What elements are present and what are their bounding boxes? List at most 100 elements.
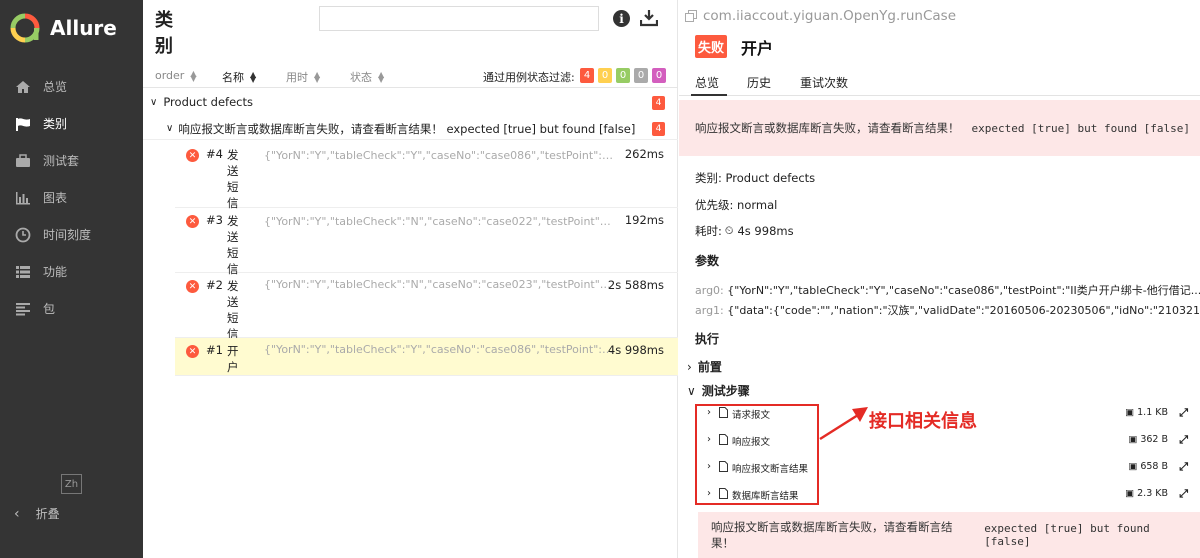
parameter-row: arg1: {"data":{"code":"","nation":"汉族","… <box>695 302 1200 318</box>
info-icon[interactable]: i <box>613 10 630 27</box>
chevron-down-icon: ∨ <box>166 123 174 134</box>
case-name: 发送短信 <box>227 148 239 210</box>
case-params: {"YorN":"Y","tableCheck":"N","caseNo":"c… <box>264 278 614 291</box>
parameter-key: arg1: <box>695 304 724 317</box>
tree-subgroup-row[interactable]: ∨ 响应报文断言或数据库断言失败，请查看断言结果！ expected [true… <box>143 118 678 140</box>
sort-label: 状态 <box>350 71 372 84</box>
case-duration: 192ms <box>624 213 664 227</box>
parameter-key: arg0: <box>695 284 724 297</box>
sort-duration[interactable]: 用时 ▲ ▼ <box>286 69 320 85</box>
chevron-left-icon: ‹ <box>14 505 20 522</box>
file-icon: ▣ <box>1128 461 1138 472</box>
setup-label: 前置 <box>697 360 722 374</box>
execution-title: 执行 <box>695 332 720 346</box>
case-name: 开户 <box>227 344 239 374</box>
tabs: 总览 历史 重试次数 <box>679 72 1200 96</box>
download-icon[interactable] <box>639 9 659 27</box>
step-error-message: 响应报文断言或数据库断言失败，请查看断言结果！ expected [true] … <box>698 512 1200 558</box>
expand-icon[interactable]: ⤢ <box>1179 433 1188 447</box>
chevron-down-icon: ∨ <box>687 383 696 398</box>
sidebar-item-timeline[interactable]: 时间刻度 <box>0 216 143 253</box>
brand[interactable]: Allure <box>0 0 143 56</box>
sort-arrows-icon: ▲ ▼ <box>190 68 197 83</box>
filter-passed-badge[interactable]: 0 <box>616 68 630 83</box>
duration-value: 4s 998ms <box>737 224 794 238</box>
setup-row[interactable]: › 前置 <box>687 358 722 375</box>
attachment-size: ▣ 2.3 KB <box>1125 488 1168 499</box>
tab-overview[interactable]: 总览 <box>695 74 719 91</box>
case-duration: 262ms <box>624 147 664 161</box>
case-duration: 4s 998ms <box>607 343 664 357</box>
sort-arrows-icon: ▲ ▼ <box>378 70 385 84</box>
file-icon: ▣ <box>1125 407 1135 418</box>
tree-subgroup-label: 响应报文断言或数据库断言失败，请查看断言结果！ expected [true] … <box>178 121 636 136</box>
count-badge: 4 <box>652 122 665 136</box>
sidebar-item-suites[interactable]: 测试套 <box>0 142 143 179</box>
sort-arrows-icon: ▲ ▼ <box>314 70 321 84</box>
sidebar-item-label: 测试套 <box>43 154 80 168</box>
brand-name: Allure <box>50 16 117 40</box>
test-case-row-selected[interactable]: ✕ #1 开户 {"YorN":"Y","tableCheck":"Y","ca… <box>175 338 678 376</box>
sort-label: order <box>155 69 185 82</box>
test-case-row[interactable]: ✕ #4 发送短信 {"YorN":"Y","tableCheck":"Y","… <box>175 142 678 210</box>
sidebar-item-label: 包 <box>43 302 56 316</box>
sidebar-nav: 总览 类别 测试套 图表 时间刻度 功能 包 <box>0 68 143 327</box>
sidebar-item-behaviors[interactable]: 功能 <box>0 253 143 290</box>
attachment-size: ▣ 362 B <box>1128 434 1168 445</box>
sidebar-item-label: 时间刻度 <box>43 228 92 242</box>
expand-icon[interactable]: ⤢ <box>1179 406 1188 420</box>
chevron-right-icon: › <box>687 359 692 374</box>
sidebar-item-categories[interactable]: 类别 <box>0 105 143 142</box>
test-title: 开户 <box>741 39 774 58</box>
tree-group-label: Product defects <box>163 95 253 109</box>
annotation-arrow-icon <box>819 407 868 441</box>
parameter-value: {"YorN":"Y","tableCheck":"Y","caseNo":"c… <box>727 284 1200 297</box>
duration-line: 耗时: ⏲ 4s 998ms <box>695 223 794 239</box>
attachment-size-value: 658 B <box>1140 461 1168 472</box>
categories-pane: 类别 i order ▲ ▼ 名称 ▲ ▼ 用时 ▲ ▼ 状态 ▲ ▼ 通过用例状态过滤… <box>143 0 678 558</box>
test-steps-row[interactable]: ∨ 测试步骤 <box>687 382 750 399</box>
align-left-icon <box>14 301 32 317</box>
sort-label: 名称 <box>222 71 244 84</box>
annotation-label: 接口相关信息 <box>869 411 977 432</box>
failed-status-icon: ✕ <box>186 149 199 162</box>
sort-order[interactable]: order ▲ ▼ <box>155 69 197 82</box>
sidebar-item-graphs[interactable]: 图表 <box>0 179 143 216</box>
case-order: #4 <box>206 147 223 161</box>
full-name-text: com.iiaccout.yiguan.OpenYg.runCase <box>703 8 956 24</box>
expand-icon[interactable]: ⤢ <box>1179 460 1188 474</box>
sidebar-item-overview[interactable]: 总览 <box>0 68 143 105</box>
collapse-button[interactable]: ‹ 折叠 <box>14 505 60 522</box>
error-message-cn: 响应报文断言或数据库断言失败，请查看断言结果！ <box>711 520 953 550</box>
case-name: 发送短信 <box>227 214 239 276</box>
briefcase-icon <box>14 153 32 169</box>
filter-skipped-badge[interactable]: 0 <box>634 68 648 83</box>
search-input[interactable] <box>319 6 599 31</box>
case-order: #1 <box>206 343 223 357</box>
sidebar-item-packages[interactable]: 包 <box>0 290 143 327</box>
tab-retries[interactable]: 重试次数 <box>800 74 848 91</box>
test-case-row[interactable]: ✕ #3 发送短信 {"YorN":"Y","tableCheck":"N","… <box>175 208 678 276</box>
filter-failed-badge[interactable]: 4 <box>580 68 594 83</box>
filter-unknown-badge[interactable]: 0 <box>652 68 666 83</box>
tab-history[interactable]: 历史 <box>747 74 771 91</box>
chevron-down-icon: ∨ <box>150 96 158 108</box>
collapse-label: 折叠 <box>35 507 60 521</box>
bar-chart-icon <box>14 190 32 206</box>
copy-icon[interactable] <box>685 10 697 22</box>
tree-group-row[interactable]: ∨ Product defects 4 <box>143 93 678 111</box>
language-button[interactable]: Zh <box>61 474 82 494</box>
parameter-value: {"data":{"code":"","nation":"汉族","validD… <box>727 304 1200 317</box>
sort-name[interactable]: 名称 ▲ ▼ <box>222 69 256 85</box>
sidebar: Allure 总览 类别 测试套 图表 时间刻度 功能 包 Zh ‹ 折叠 <box>0 0 143 558</box>
filter-broken-badge[interactable]: 0 <box>598 68 612 83</box>
case-order: #2 <box>206 278 223 292</box>
sort-status[interactable]: 状态 ▲ ▼ <box>350 69 384 85</box>
test-case-row[interactable]: ✕ #2 发送短信 {"YorN":"Y","tableCheck":"N","… <box>175 273 678 341</box>
allure-logo-icon <box>10 13 40 43</box>
attachment-size: ▣ 1.1 KB <box>1125 407 1168 418</box>
expand-icon[interactable]: ⤢ <box>1179 487 1188 501</box>
failed-status-icon: ✕ <box>186 215 199 228</box>
attachment-size-value: 2.3 KB <box>1137 488 1168 499</box>
duration-label: 耗时: <box>695 224 722 238</box>
